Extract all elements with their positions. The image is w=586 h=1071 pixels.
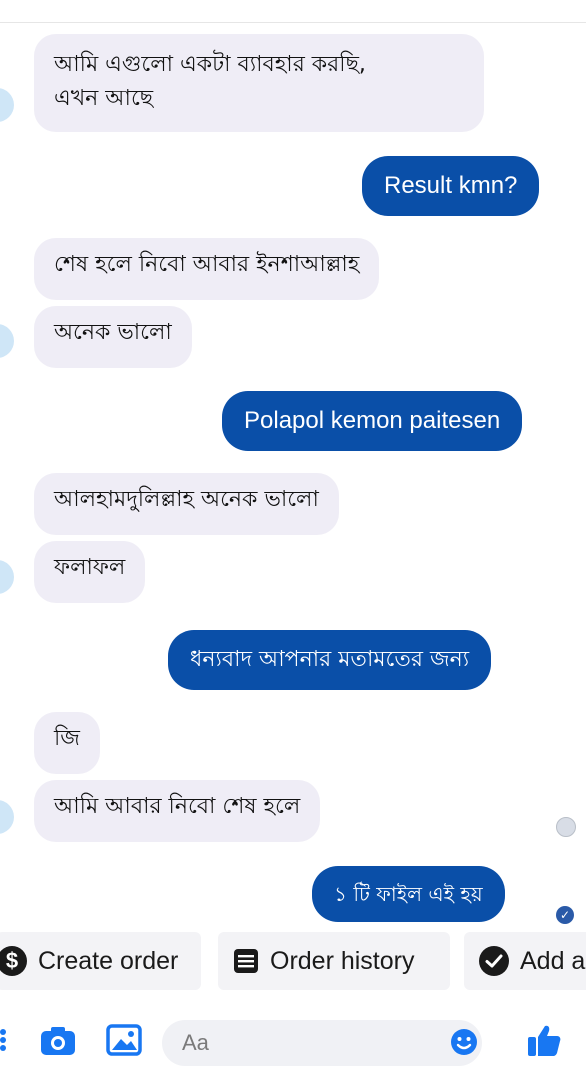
incoming-message[interactable]: শেষ হলে নিবো আবার ইনশাআল্লাহ bbox=[34, 238, 380, 300]
incoming-message[interactable]: অনেক ভালো bbox=[34, 306, 192, 368]
create-order-label: Create order bbox=[38, 946, 179, 975]
outgoing-message[interactable]: Polapol kemon paitesen bbox=[222, 391, 523, 451]
message-text: অনেক ভালো bbox=[54, 320, 172, 345]
message-input-placeholder: Aa bbox=[182, 1030, 209, 1055]
delivered-check-icon: ✓ bbox=[556, 906, 574, 924]
check-circle-icon bbox=[478, 945, 510, 977]
add-label: Add a bbox=[520, 946, 586, 975]
emoji-icon[interactable] bbox=[450, 1028, 478, 1060]
message-text: আমি আবার নিবো শেষ হলে bbox=[54, 794, 301, 819]
contact-avatar[interactable] bbox=[0, 324, 14, 358]
message-text: ফলাফল bbox=[54, 555, 126, 580]
create-order-button[interactable]: $ Create order bbox=[0, 932, 201, 990]
outgoing-message[interactable]: Result kmn? bbox=[362, 156, 540, 216]
add-button[interactable]: Add a bbox=[464, 932, 586, 990]
dollar-icon: $ bbox=[0, 945, 28, 977]
outgoing-message[interactable]: ১ টি ফাইল এই হয় bbox=[312, 866, 505, 922]
more-icon[interactable] bbox=[0, 1028, 8, 1052]
list-icon bbox=[232, 947, 260, 975]
svg-text:$: $ bbox=[6, 948, 18, 973]
seen-avatar-icon bbox=[556, 817, 576, 837]
incoming-message[interactable]: ফলাফল bbox=[34, 541, 146, 603]
message-text: জি bbox=[54, 726, 80, 751]
composer-bar: Aa bbox=[0, 1008, 586, 1071]
message-text: Polapol kemon paitesen bbox=[244, 407, 501, 434]
incoming-message[interactable]: আমি আবার নিবো শেষ হলে bbox=[34, 780, 321, 842]
image-icon[interactable] bbox=[106, 1024, 142, 1060]
message-text: ধন্যবাদ আপনার মতামতের জন্য bbox=[190, 647, 470, 672]
message-text: ১ টি ফাইল এই হয় bbox=[334, 882, 483, 906]
message-text: আমি এগুলো একটা ব্যাবহার করছি, bbox=[54, 52, 366, 77]
top-divider bbox=[0, 0, 586, 23]
incoming-message[interactable]: আলহামদুলিল্লাহ অনেক ভালো bbox=[34, 473, 339, 535]
like-icon[interactable] bbox=[526, 1022, 562, 1062]
contact-avatar[interactable] bbox=[0, 88, 14, 122]
order-history-label: Order history bbox=[270, 946, 415, 975]
message-text: আলহামদুলিল্লাহ অনেক ভালো bbox=[54, 487, 319, 512]
camera-icon[interactable] bbox=[40, 1026, 76, 1060]
message-text: এখন আছে bbox=[54, 86, 154, 111]
message-input[interactable]: Aa bbox=[162, 1020, 482, 1066]
outgoing-message[interactable]: ধন্যবাদ আপনার মতামতের জন্য bbox=[168, 630, 492, 690]
incoming-message[interactable]: আমি এগুলো একটা ব্যাবহার করছি, এখন আছে bbox=[34, 34, 484, 132]
message-text: Result kmn? bbox=[384, 172, 518, 199]
incoming-message[interactable]: জি bbox=[34, 712, 100, 774]
contact-avatar[interactable] bbox=[0, 800, 14, 834]
order-history-button[interactable]: Order history bbox=[218, 932, 450, 990]
message-text: শেষ হলে নিবো আবার ইনশাআল্লাহ bbox=[54, 252, 360, 277]
contact-avatar[interactable] bbox=[0, 560, 14, 594]
